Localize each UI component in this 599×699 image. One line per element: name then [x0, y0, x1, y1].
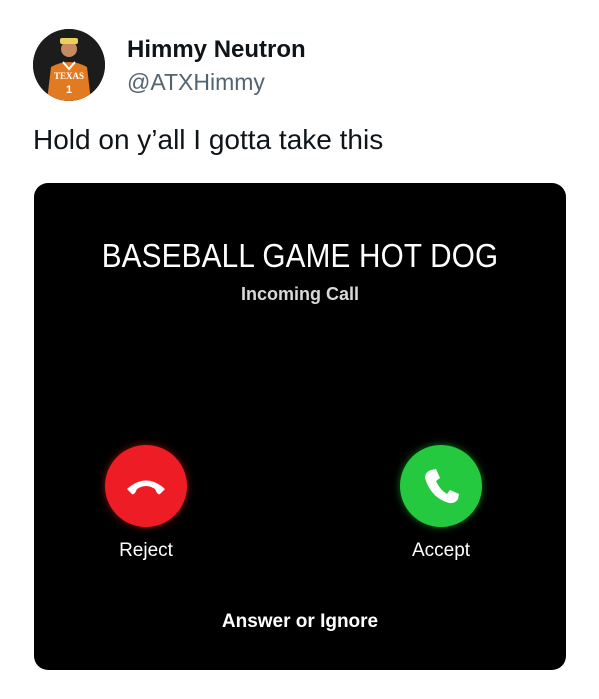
reject-button[interactable]	[105, 445, 187, 527]
phone-icon	[425, 469, 459, 504]
incoming-call-image[interactable]: BASEBALL GAME HOT DOG Incoming Call Reje…	[34, 183, 566, 670]
avatar-photo-icon: TEXAS 1	[33, 29, 105, 101]
user-handle[interactable]: @ATXHimmy	[127, 69, 265, 96]
tweet-text: Hold on y’all I gotta take this	[33, 124, 384, 155]
reject-label: Reject	[119, 540, 173, 561]
accept-label: Accept	[411, 540, 471, 561]
display-name[interactable]: Himmy Neutron	[127, 36, 306, 64]
caller-name: BASEBALL GAME HOT DOG	[101, 237, 499, 274]
tweet: TEXAS 1 Himmy Neutron @ATXHimmy Hold on …	[0, 0, 599, 699]
svg-text:1: 1	[66, 84, 72, 96]
call-status: Incoming Call	[240, 284, 359, 304]
avatar[interactable]: TEXAS 1	[33, 29, 105, 101]
phone-hangup-icon	[127, 480, 165, 495]
avatar-jersey-text: TEXAS	[54, 71, 84, 81]
accept-button[interactable]	[400, 445, 482, 527]
answer-hint: Answer or Ignore	[221, 611, 379, 632]
